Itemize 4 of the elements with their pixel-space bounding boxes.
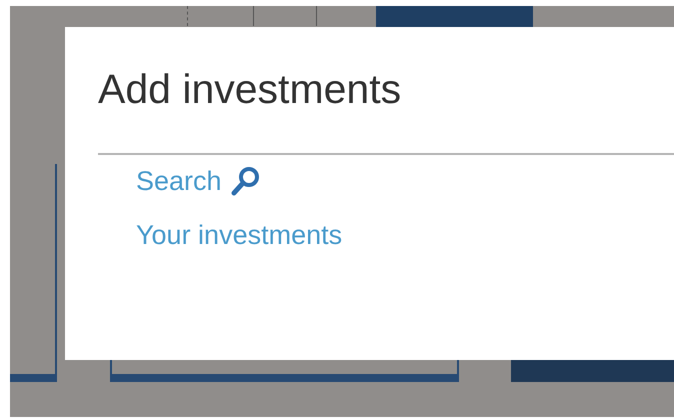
link[interactable]: Your investments xyxy=(136,217,342,253)
search-icon xyxy=(230,165,262,197)
link[interactable]: Search xyxy=(136,163,222,199)
dialog-title: Add investments xyxy=(98,65,402,113)
